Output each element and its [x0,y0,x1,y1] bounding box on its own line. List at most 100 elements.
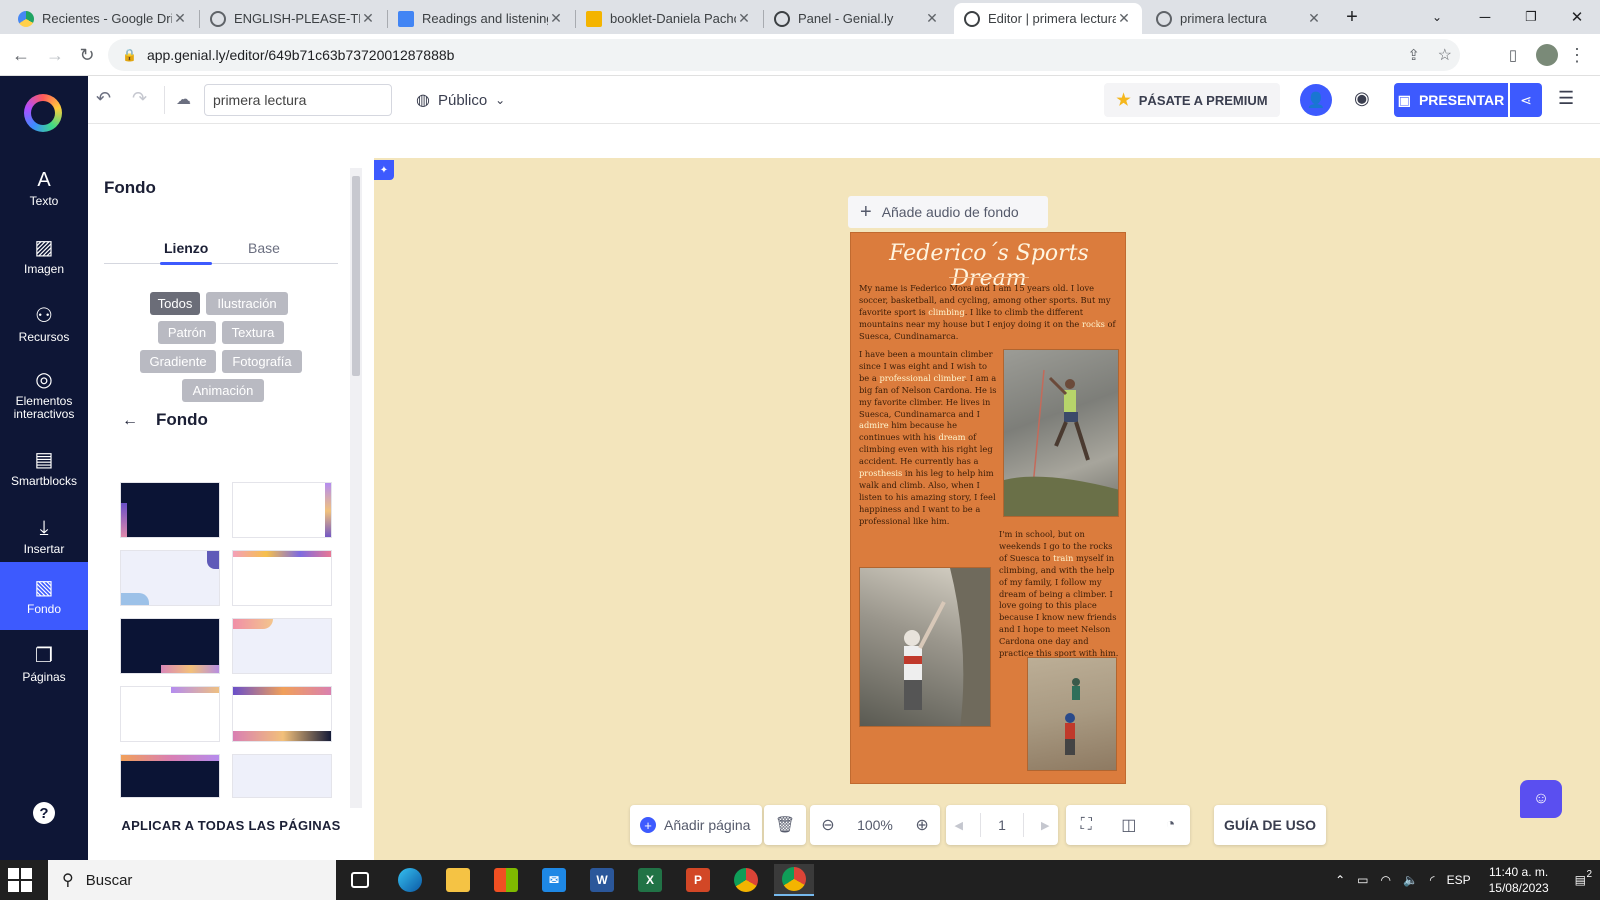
excel-icon[interactable]: X [630,864,670,896]
present-button[interactable]: ▣ PRESENTAR [1394,83,1508,117]
usage-guide-button[interactable]: GUÍA DE USO [1214,805,1326,845]
pin-icon[interactable]: ✦ [374,160,394,180]
store-icon[interactable] [486,864,526,896]
premium-button[interactable]: ★ PÁSATE A PREMIUM [1104,83,1280,117]
browser-tab-0[interactable]: Recientes - Google Drive ✕ [8,3,198,34]
add-page-button[interactable]: + Añadir página [630,805,762,845]
fit-screen-icon[interactable]: ⛶ [1081,816,1092,834]
close-icon[interactable]: ✕ [360,10,376,27]
filter-chip-fotografia[interactable]: Fotografía [222,350,302,373]
powerpoint-icon[interactable]: P [678,864,718,896]
sidebar-item-paginas[interactable]: ❐ Páginas [0,630,88,698]
language-indicator[interactable]: ESP [1441,873,1477,887]
browser-tab-1[interactable]: ENGLISH-PLEASE-TEACH ✕ [200,3,386,34]
word-icon[interactable]: W [582,864,622,896]
sidebar-item-texto[interactable]: A Texto [0,154,88,222]
background-thumbnail[interactable] [232,618,332,674]
filter-chip-todos[interactable]: Todos [150,292,200,315]
background-thumbnail[interactable] [120,618,220,674]
help-icon[interactable]: ? [33,802,55,824]
mail-icon[interactable]: ✉ [534,864,574,896]
wifi-icon[interactable]: ◜ [1424,873,1441,887]
side-panel-icon[interactable]: ▯ [1498,40,1528,70]
browser-tab-6[interactable]: primera lectura ✕ [1146,3,1332,34]
reload-icon[interactable]: ↻ [72,40,102,70]
sidebar-item-smartblocks[interactable]: ▤ Smartblocks [0,434,88,502]
background-thumbnail[interactable] [120,550,220,606]
filter-chip-animacion[interactable]: Animación [182,379,264,402]
windows-start-icon[interactable] [8,868,32,892]
apply-all-pages-button[interactable]: APLICAR A TODAS LAS PÁGINAS [88,818,374,833]
tab-search-icon[interactable]: ⌄ [1414,0,1460,34]
back-arrow-icon[interactable]: ← [122,412,138,430]
filter-chip-patron[interactable]: Patrón [158,321,216,344]
sidebar-item-insertar[interactable]: ⤓ Insertar [0,502,88,570]
background-thumbnail[interactable] [232,482,332,538]
sidebar-item-elementos-interactivos[interactable]: ◎ Elementos interactivos [0,358,88,432]
close-icon[interactable]: ✕ [1116,10,1132,27]
new-tab-icon[interactable]: + [1330,0,1374,34]
browser-tab-4[interactable]: Panel - Genial.ly ✕ [764,3,950,34]
hamburger-menu-icon[interactable]: ☰ [1558,88,1574,109]
sidebar-item-fondo[interactable]: ▧ Fondo [0,562,88,630]
volume-icon[interactable]: 🔈 [1397,873,1424,887]
grid-view-icon[interactable]: ◫ [1121,815,1136,835]
zoom-out-icon[interactable]: ⊖ [821,815,834,835]
filter-chip-gradiente[interactable]: Gradiente [140,350,216,373]
redo-icon[interactable]: ↷ [132,88,147,109]
add-background-audio-button[interactable]: + Añade audio de fondo [848,196,1048,228]
file-explorer-icon[interactable] [438,864,478,896]
filter-chip-textura[interactable]: Textura [222,321,284,344]
clock[interactable]: 11:40 a. m. 15/08/2023 [1477,864,1561,896]
paragraph-2[interactable]: I have been a mountain climber since I w… [859,349,999,528]
bookmark-star-icon[interactable]: ☆ [1438,45,1452,65]
forward-icon[interactable]: → [40,40,70,70]
notifications-icon[interactable]: ▤ 2 [1561,869,1600,887]
browser-tab-3[interactable]: booklet-Daniela Pachón ✕ [576,3,762,34]
undo-icon[interactable]: ↶ [96,88,111,109]
share-icon[interactable]: ⋖ [1510,83,1542,117]
avatar[interactable] [1532,40,1562,70]
minimize-icon[interactable]: ─ [1462,0,1508,34]
background-thumbnail[interactable] [120,686,220,742]
sidebar-item-recursos[interactable]: ⚇ Recursos [0,290,88,358]
sidebar-item-imagen[interactable]: ▨ Imagen [0,222,88,290]
genially-logo[interactable] [24,94,62,132]
url-field[interactable]: 🔒 app.genial.ly/editor/649b71c63b7372001… [108,39,1460,71]
chatbot-icon[interactable]: ☺ [1520,780,1562,818]
canvas-page[interactable]: Federico´s Sports Dream My name is Feder… [850,232,1126,784]
title-input[interactable]: primera lectura [204,84,392,116]
climber-photo-1[interactable] [1003,349,1119,517]
chrome-icon[interactable] [726,864,766,896]
previous-page-icon[interactable]: ◀ [955,819,963,832]
tab-base[interactable]: Base [248,240,280,256]
delete-page-icon[interactable]: 🗑 [764,805,806,845]
climber-photo-3[interactable] [1027,657,1117,771]
preview-eye-icon[interactable]: ◉ [1354,88,1370,109]
zoom-in-icon[interactable]: ⊕ [915,815,928,835]
paragraph-1[interactable]: My name is Federico Mora and I am 15 yea… [859,283,1117,343]
close-icon[interactable]: ✕ [1306,10,1322,27]
background-thumbnail[interactable] [232,550,332,606]
chrome-active-icon[interactable] [774,864,814,896]
chevron-up-icon[interactable]: ⌃ [1329,873,1351,887]
share-page-icon[interactable]: ⇪ [1407,46,1420,64]
filter-chip-ilustracion[interactable]: Ilustración [206,292,288,315]
task-view-icon[interactable] [340,864,380,896]
background-thumbnail[interactable] [232,754,332,798]
browser-menu-icon[interactable]: ⋮ [1562,40,1592,70]
browser-tab-5[interactable]: Editor | primera lectura ✕ [954,3,1142,34]
visibility-dropdown[interactable]: ◍ Público ⌄ [416,90,505,110]
close-icon[interactable]: ✕ [548,10,564,27]
background-thumbnail[interactable] [232,686,332,742]
close-icon[interactable]: ✕ [172,10,188,27]
paragraph-3[interactable]: I'm in school, but on weekends I go to t… [999,529,1119,660]
close-window-icon[interactable]: ✕ [1554,0,1600,34]
back-icon[interactable]: ← [6,40,36,70]
next-page-icon[interactable]: ▶ [1041,819,1049,832]
restore-icon[interactable]: ❐ [1508,0,1554,34]
accessibility-icon[interactable]: ◔ [1166,816,1176,834]
climber-photo-2[interactable] [859,567,991,727]
add-collaborator-icon[interactable]: 👤 [1300,84,1332,116]
tab-lienzo[interactable]: Lienzo [164,240,208,256]
